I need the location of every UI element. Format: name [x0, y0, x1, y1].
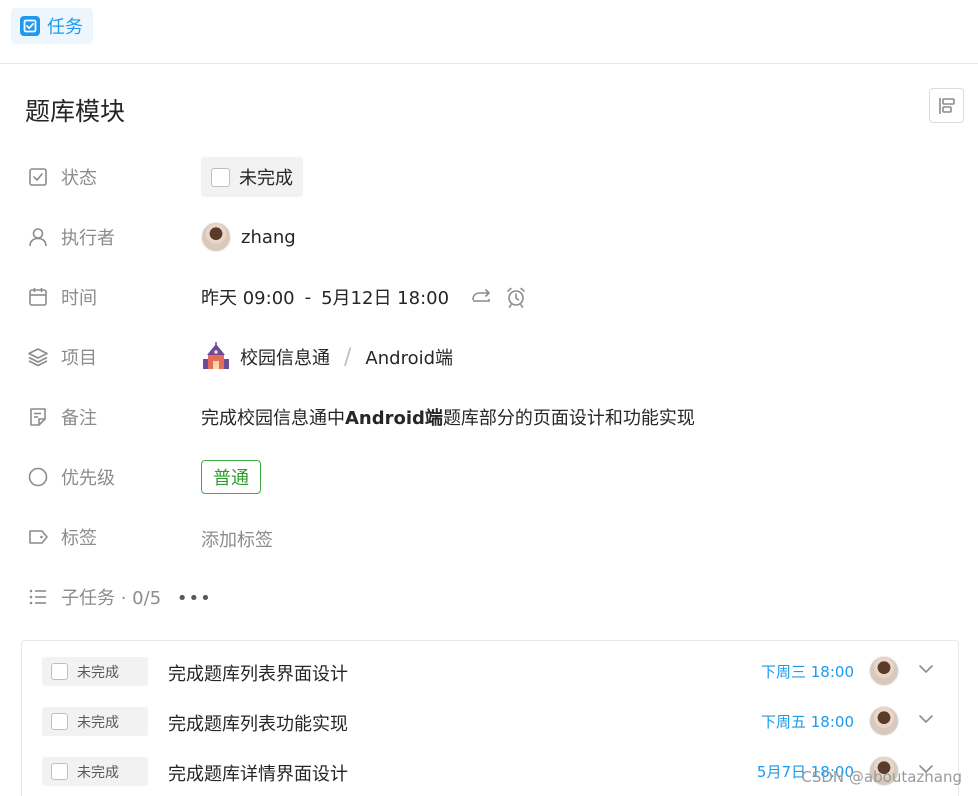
- status-value: 未完成: [201, 157, 303, 197]
- subtask-status-text: 未完成: [77, 664, 119, 681]
- list-icon: [25, 584, 51, 610]
- subtask-checkbox[interactable]: [51, 713, 68, 730]
- subtask-checkbox[interactable]: [51, 763, 68, 780]
- subtask-title[interactable]: 完成题库详情界面设计: [168, 760, 348, 786]
- note-icon: [25, 404, 51, 430]
- chevron-down-icon[interactable]: [918, 711, 934, 727]
- assignee-name: zhang: [241, 226, 296, 248]
- due-time[interactable]: 5月12日 18:00: [321, 284, 449, 310]
- task-type-label: 任务: [47, 17, 83, 38]
- more-options-button[interactable]: •••: [177, 588, 212, 609]
- subtask-row[interactable]: 未完成 完成题库列表功能实现 下周五 18:00: [22, 691, 958, 741]
- subtask-status-toggle[interactable]: 未完成: [42, 757, 148, 786]
- chevron-down-icon[interactable]: [918, 661, 934, 677]
- time-label: 时间: [61, 288, 97, 309]
- status-text: 未完成: [239, 168, 293, 189]
- assignee-value[interactable]: zhang: [201, 217, 296, 257]
- user-icon: [25, 224, 51, 250]
- note-text-bold: Android端: [345, 408, 443, 429]
- note-label: 备注: [61, 408, 97, 429]
- time-value: 昨天 09:00 - 5月12日 18:00: [201, 277, 527, 317]
- task-checkbox-icon: [20, 16, 40, 36]
- field-status: 状态: [25, 157, 97, 197]
- watermark: CSDN @aboutazhang: [801, 768, 962, 786]
- subtasks-count: 0/5: [132, 588, 162, 609]
- subtask-status-text: 未完成: [77, 714, 119, 731]
- status-checkbox-icon: [25, 164, 51, 190]
- field-priority: 优先级: [25, 457, 115, 497]
- subtasks-title: 子任务 · 0/5 •••: [61, 584, 212, 610]
- status-toggle[interactable]: 未完成: [201, 157, 303, 197]
- layout-toggle-button[interactable]: [929, 88, 964, 123]
- priority-value: 普通: [201, 457, 261, 497]
- calendar-icon: [25, 284, 51, 310]
- assignee-label: 执行者: [61, 228, 115, 249]
- repeat-icon[interactable]: [469, 287, 493, 307]
- tag-icon: [25, 524, 51, 550]
- subtask-row[interactable]: 未完成 完成题库列表界面设计 下周三 18:00: [22, 641, 958, 691]
- task-type-chip[interactable]: 任务: [11, 8, 93, 44]
- alarm-clock-icon[interactable]: [505, 286, 527, 308]
- priority-label: 优先级: [61, 468, 115, 489]
- note-text-end: 题库部分的页面设计和功能实现: [442, 408, 695, 429]
- field-time: 时间: [25, 277, 97, 317]
- layout-icon: [938, 97, 955, 114]
- subtask-status-text: 未完成: [77, 764, 119, 781]
- project-value: 校园信息通 / Android端: [201, 337, 453, 377]
- add-tag-button[interactable]: 添加标签: [201, 519, 273, 559]
- school-building-icon: [201, 342, 231, 372]
- subtask-checkbox[interactable]: [51, 663, 68, 680]
- project-name[interactable]: 校园信息通: [240, 344, 330, 370]
- tags-label: 标签: [61, 528, 97, 549]
- project-section[interactable]: Android端: [365, 344, 453, 370]
- start-time[interactable]: 昨天 09:00: [201, 284, 295, 310]
- field-note: 备注: [25, 397, 97, 437]
- subtask-assignee-avatar[interactable]: [869, 656, 899, 686]
- top-bar: 任务: [0, 0, 978, 64]
- avatar: [201, 222, 231, 252]
- subtask-title[interactable]: 完成题库列表功能实现: [168, 710, 348, 736]
- note-text-start: 完成校园信息通中: [201, 408, 345, 429]
- field-tags: 标签: [25, 517, 97, 557]
- subtask-status-toggle[interactable]: 未完成: [42, 707, 148, 736]
- status-checkbox[interactable]: [211, 167, 230, 187]
- field-project: 项目: [25, 337, 97, 377]
- subtask-due-date[interactable]: 下周三 18:00: [761, 661, 854, 682]
- layers-icon: [25, 344, 51, 370]
- task-title[interactable]: 题库模块: [25, 92, 125, 128]
- field-assignee: 执行者: [25, 217, 115, 257]
- subtask-title[interactable]: 完成题库列表界面设计: [168, 660, 348, 686]
- project-label: 项目: [61, 348, 97, 369]
- note-text[interactable]: 完成校园信息通中 Android端 题库部分的页面设计和功能实现: [201, 397, 695, 437]
- priority-badge[interactable]: 普通: [201, 460, 261, 494]
- status-label: 状态: [61, 168, 97, 189]
- subtask-status-toggle[interactable]: 未完成: [42, 657, 148, 686]
- subtask-assignee-avatar[interactable]: [869, 706, 899, 736]
- project-separator: /: [344, 344, 352, 370]
- priority-circle-icon: [25, 464, 51, 490]
- time-dash: -: [304, 286, 312, 308]
- subtasks-label: 子任务 ·: [61, 588, 133, 609]
- subtasks-header: 子任务 · 0/5 •••: [25, 577, 211, 617]
- subtask-due-date[interactable]: 下周五 18:00: [761, 711, 854, 732]
